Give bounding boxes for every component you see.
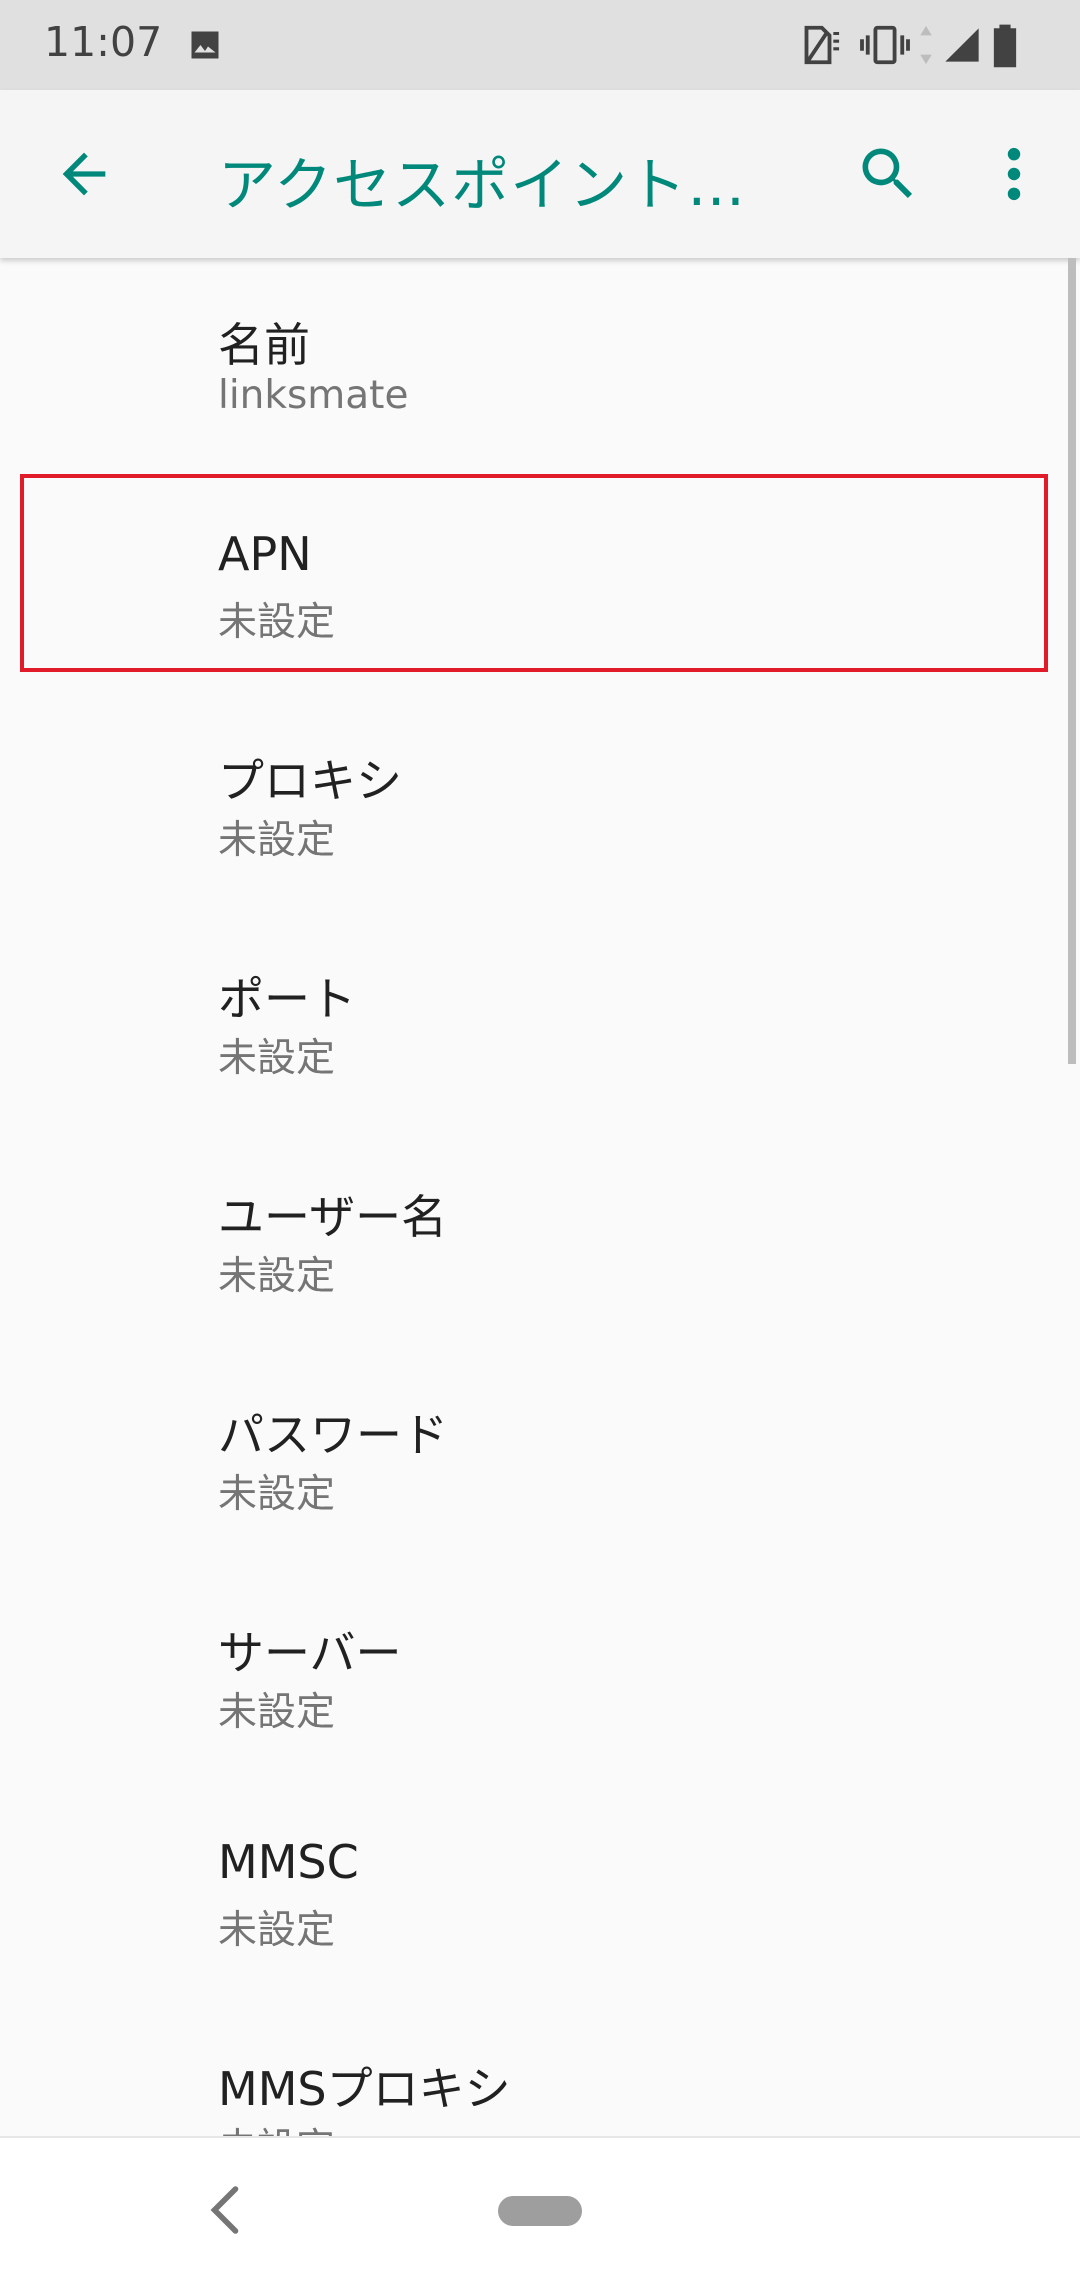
setting-summary: linksmate [218, 373, 409, 418]
setting-title: MMSC [218, 1835, 359, 1889]
setting-title: MMSプロキシ [218, 2062, 511, 2116]
apn-settings-list: 名前 linksmate APN 未設定 プロキシ 未設定 ポート 未設定 ユー… [0, 258, 1080, 2136]
setting-item-password[interactable]: パスワード 未設定 [0, 1348, 1080, 1566]
setting-title: 名前 [218, 318, 310, 372]
setting-title: APN [218, 527, 312, 581]
more-vert-icon[interactable] [990, 140, 1038, 208]
setting-title: パスワード [218, 1408, 448, 1462]
chevron-left-icon[interactable] [204, 2182, 246, 2238]
setting-summary: 未設定 [218, 1690, 336, 1735]
setting-item-proxy[interactable]: プロキシ 未設定 [0, 694, 1080, 912]
status-time: 11:07 [44, 18, 163, 66]
setting-summary: 未設定 [218, 1908, 336, 1953]
search-icon[interactable] [854, 140, 922, 208]
setting-item-port[interactable]: ポート 未設定 [0, 912, 1080, 1130]
setting-title: ユーザー名 [218, 1190, 448, 1244]
setting-summary: 未設定 [218, 1254, 336, 1299]
setting-item-apn[interactable]: APN 未設定 [0, 476, 1080, 694]
setting-summary: 未設定 [218, 1036, 336, 1081]
home-pill-icon[interactable] [498, 2196, 582, 2226]
scrollbar[interactable] [1068, 258, 1076, 1064]
app-bar: アクセスポイント… [0, 90, 1080, 258]
setting-summary: 未設定 [218, 818, 336, 863]
setting-summary: 未設定 [218, 600, 336, 645]
page-title: アクセスポイント… [218, 151, 747, 219]
setting-title: ポート [218, 972, 356, 1026]
setting-item-server[interactable]: サーバー 未設定 [0, 1566, 1080, 1784]
image-icon [191, 31, 219, 59]
arrow-back-icon[interactable] [52, 142, 116, 206]
setting-title: サーバー [218, 1626, 402, 1680]
setting-item-name[interactable]: 名前 linksmate [0, 258, 1080, 476]
setting-item-username[interactable]: ユーザー名 未設定 [0, 1130, 1080, 1348]
setting-summary: 未設定 [218, 1472, 336, 1517]
setting-title: プロキシ [218, 754, 402, 808]
status-bar: 11:07 [0, 0, 1080, 90]
setting-summary: 未設定 [218, 2117, 335, 2136]
setting-item-mms-proxy[interactable]: MMSプロキシ 未設定 [0, 2002, 1080, 2136]
signal-icon [945, 28, 979, 62]
setting-item-mmsc[interactable]: MMSC 未設定 [0, 1784, 1080, 2002]
vibrate-icon [860, 25, 910, 65]
no-sim-icon [804, 25, 840, 65]
navigation-bar [0, 2136, 1080, 2282]
data-arrows-icon [920, 25, 932, 65]
battery-icon [993, 24, 1017, 68]
